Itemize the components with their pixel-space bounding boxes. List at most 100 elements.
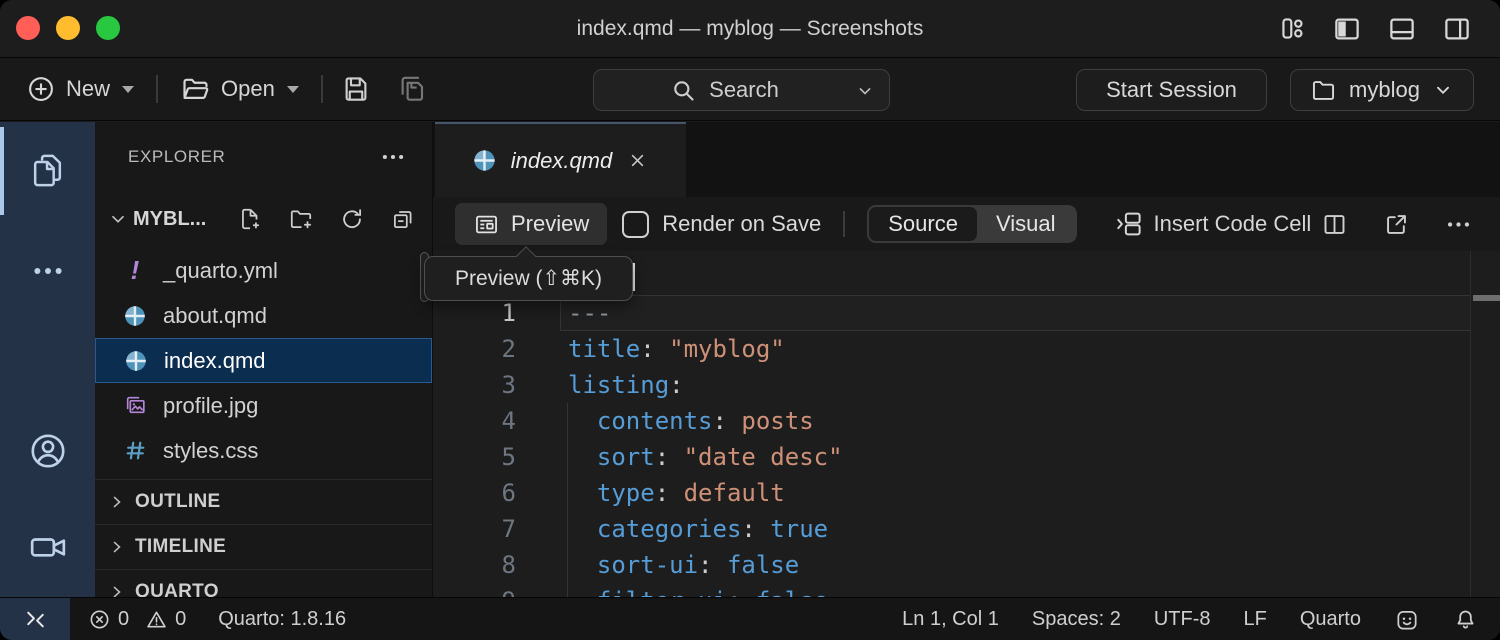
overview-ruler-border [1470,251,1471,597]
file-name: index.qmd [164,348,266,374]
code-line: 5 sort: "date desc" [433,439,1500,475]
search-input[interactable]: Search [593,69,890,111]
code-line: 2 title: "myblog" [433,331,1500,367]
quarto-version-indicator[interactable]: Quarto: 1.8.16 [218,608,346,631]
render-on-save-label: Render on Save [662,211,821,237]
sidebar-item-account[interactable] [0,430,95,472]
chevron-down-icon [855,81,875,101]
workspace-section-header[interactable]: MYBL... [95,194,432,244]
new-folder-icon[interactable] [284,202,318,236]
tab-index-qmd[interactable]: index.qmd [435,122,686,197]
preview-button[interactable]: Preview [455,203,607,245]
save-all-button[interactable] [393,70,431,108]
project-label: myblog [1349,77,1420,103]
new-button[interactable]: New [18,68,142,110]
tree-item-about-qmd[interactable]: about.qmd [95,293,432,338]
tree-item-quarto-yml[interactable]: ! _quarto.yml [95,248,432,293]
encoding-indicator[interactable]: UTF-8 [1154,608,1211,631]
file-name: styles.css [163,438,258,464]
image-icon [122,393,148,419]
yaml-exclamation-icon: ! [122,258,148,284]
sidebar-item-camera[interactable] [0,527,95,567]
chevron-right-icon [107,582,127,597]
code-line: 8 sort-ui: false [433,547,1500,583]
cursor-position-indicator[interactable]: Ln 1, Col 1 [902,608,999,631]
tab-label: index.qmd [511,148,613,174]
code-line: 9 filter-ui: false [433,583,1500,597]
notifications-bell-icon[interactable] [1453,607,1478,632]
more-actions-icon[interactable] [1441,207,1476,242]
preview-icon [473,211,500,238]
search-icon [670,77,697,104]
toolbar-divider [321,75,323,103]
toolbar-divider [156,75,158,103]
code-lines: 1 --- 2 title: "myblog" 3 listing: 4 con… [433,295,1500,597]
split-editor-icon[interactable] [1317,207,1352,242]
files-icon [29,152,66,189]
plus-circle-icon [26,74,56,104]
section-label: TIMELINE [135,536,226,558]
tab-strip: index.qmd [433,122,1500,197]
explorer-header: EXPLORER [95,122,432,192]
open-button-label: Open [221,76,275,102]
video-camera-icon [28,527,68,567]
file-tree: ! _quarto.yml about.qmd index.qmd [95,248,432,473]
chevron-down-icon [122,86,134,93]
eol-indicator[interactable]: LF [1244,608,1267,631]
open-button[interactable]: Open [172,68,307,111]
render-on-save-checkbox[interactable] [622,211,649,238]
editor-toolbar-divider [843,211,845,237]
section-outline[interactable]: OUTLINE [95,479,432,524]
problems-indicator[interactable]: 0 0 [88,608,186,631]
preview-button-label: Preview [511,211,589,237]
sidebar-item-explorer[interactable] [0,152,95,189]
error-icon [88,608,111,631]
quarto-globe-icon [471,147,498,174]
refresh-icon[interactable] [335,202,369,236]
indentation-indicator[interactable]: Spaces: 2 [1032,608,1121,631]
toggle-primary-sidebar-icon[interactable] [1332,14,1362,44]
layout-controls [1278,0,1472,57]
insert-code-cell-label: Insert Code Cell [1154,211,1312,237]
new-button-label: New [66,76,110,102]
explorer-more-actions-icon[interactable] [380,144,406,170]
new-file-icon[interactable] [233,202,267,236]
chevron-right-icon [107,492,127,512]
feedback-smiley-icon[interactable] [1394,607,1420,633]
tree-item-styles-css[interactable]: styles.css [95,428,432,473]
title-bar: index.qmd — myblog — Screenshots [0,0,1500,57]
close-tab-icon[interactable] [625,148,650,173]
insert-code-cell-button[interactable]: Insert Code Cell [1114,209,1312,239]
project-button[interactable]: myblog [1290,69,1474,111]
top-toolbar: New Open Search [0,57,1500,121]
collapse-all-icon[interactable] [386,202,420,236]
tooltip-text: Preview (⇧⌘K) [455,266,602,291]
visual-mode-button[interactable]: Visual [977,207,1075,241]
start-session-label: Start Session [1106,77,1237,103]
tree-item-profile-jpg[interactable]: profile.jpg [95,383,432,428]
editor-group: index.qmd Preview Render on Save [433,122,1500,597]
language-mode-indicator[interactable]: Quarto [1300,608,1361,631]
section-quarto[interactable]: QUARTO [95,569,432,597]
code-editor[interactable]: 1 --- 2 title: "myblog" 3 listing: 4 con… [433,251,1500,597]
section-label: QUARTO [135,581,219,597]
chevron-right-icon [107,537,127,557]
search-placeholder: Search [709,77,779,103]
sidebar-item-more[interactable] [0,254,95,288]
tree-item-index-qmd[interactable]: index.qmd [95,338,432,383]
start-session-button[interactable]: Start Session [1076,69,1267,111]
code-line: 6 type: default [433,475,1500,511]
app-window: index.qmd — myblog — Screenshots New [0,0,1500,640]
save-button[interactable] [337,70,375,108]
insert-code-cell-icon [1114,209,1144,239]
account-icon [27,430,69,472]
toggle-panel-icon[interactable] [1387,14,1417,44]
toggle-secondary-sidebar-icon[interactable] [1442,14,1472,44]
remote-indicator[interactable] [0,598,70,640]
warning-icon [145,608,168,631]
status-bar: 0 0 Quarto: 1.8.16 Ln 1, Col 1 Spaces: 2… [0,597,1500,640]
customize-layout-icon[interactable] [1278,14,1307,43]
open-in-new-window-icon[interactable] [1379,207,1414,242]
section-timeline[interactable]: TIMELINE [95,524,432,569]
source-mode-button[interactable]: Source [869,207,977,241]
